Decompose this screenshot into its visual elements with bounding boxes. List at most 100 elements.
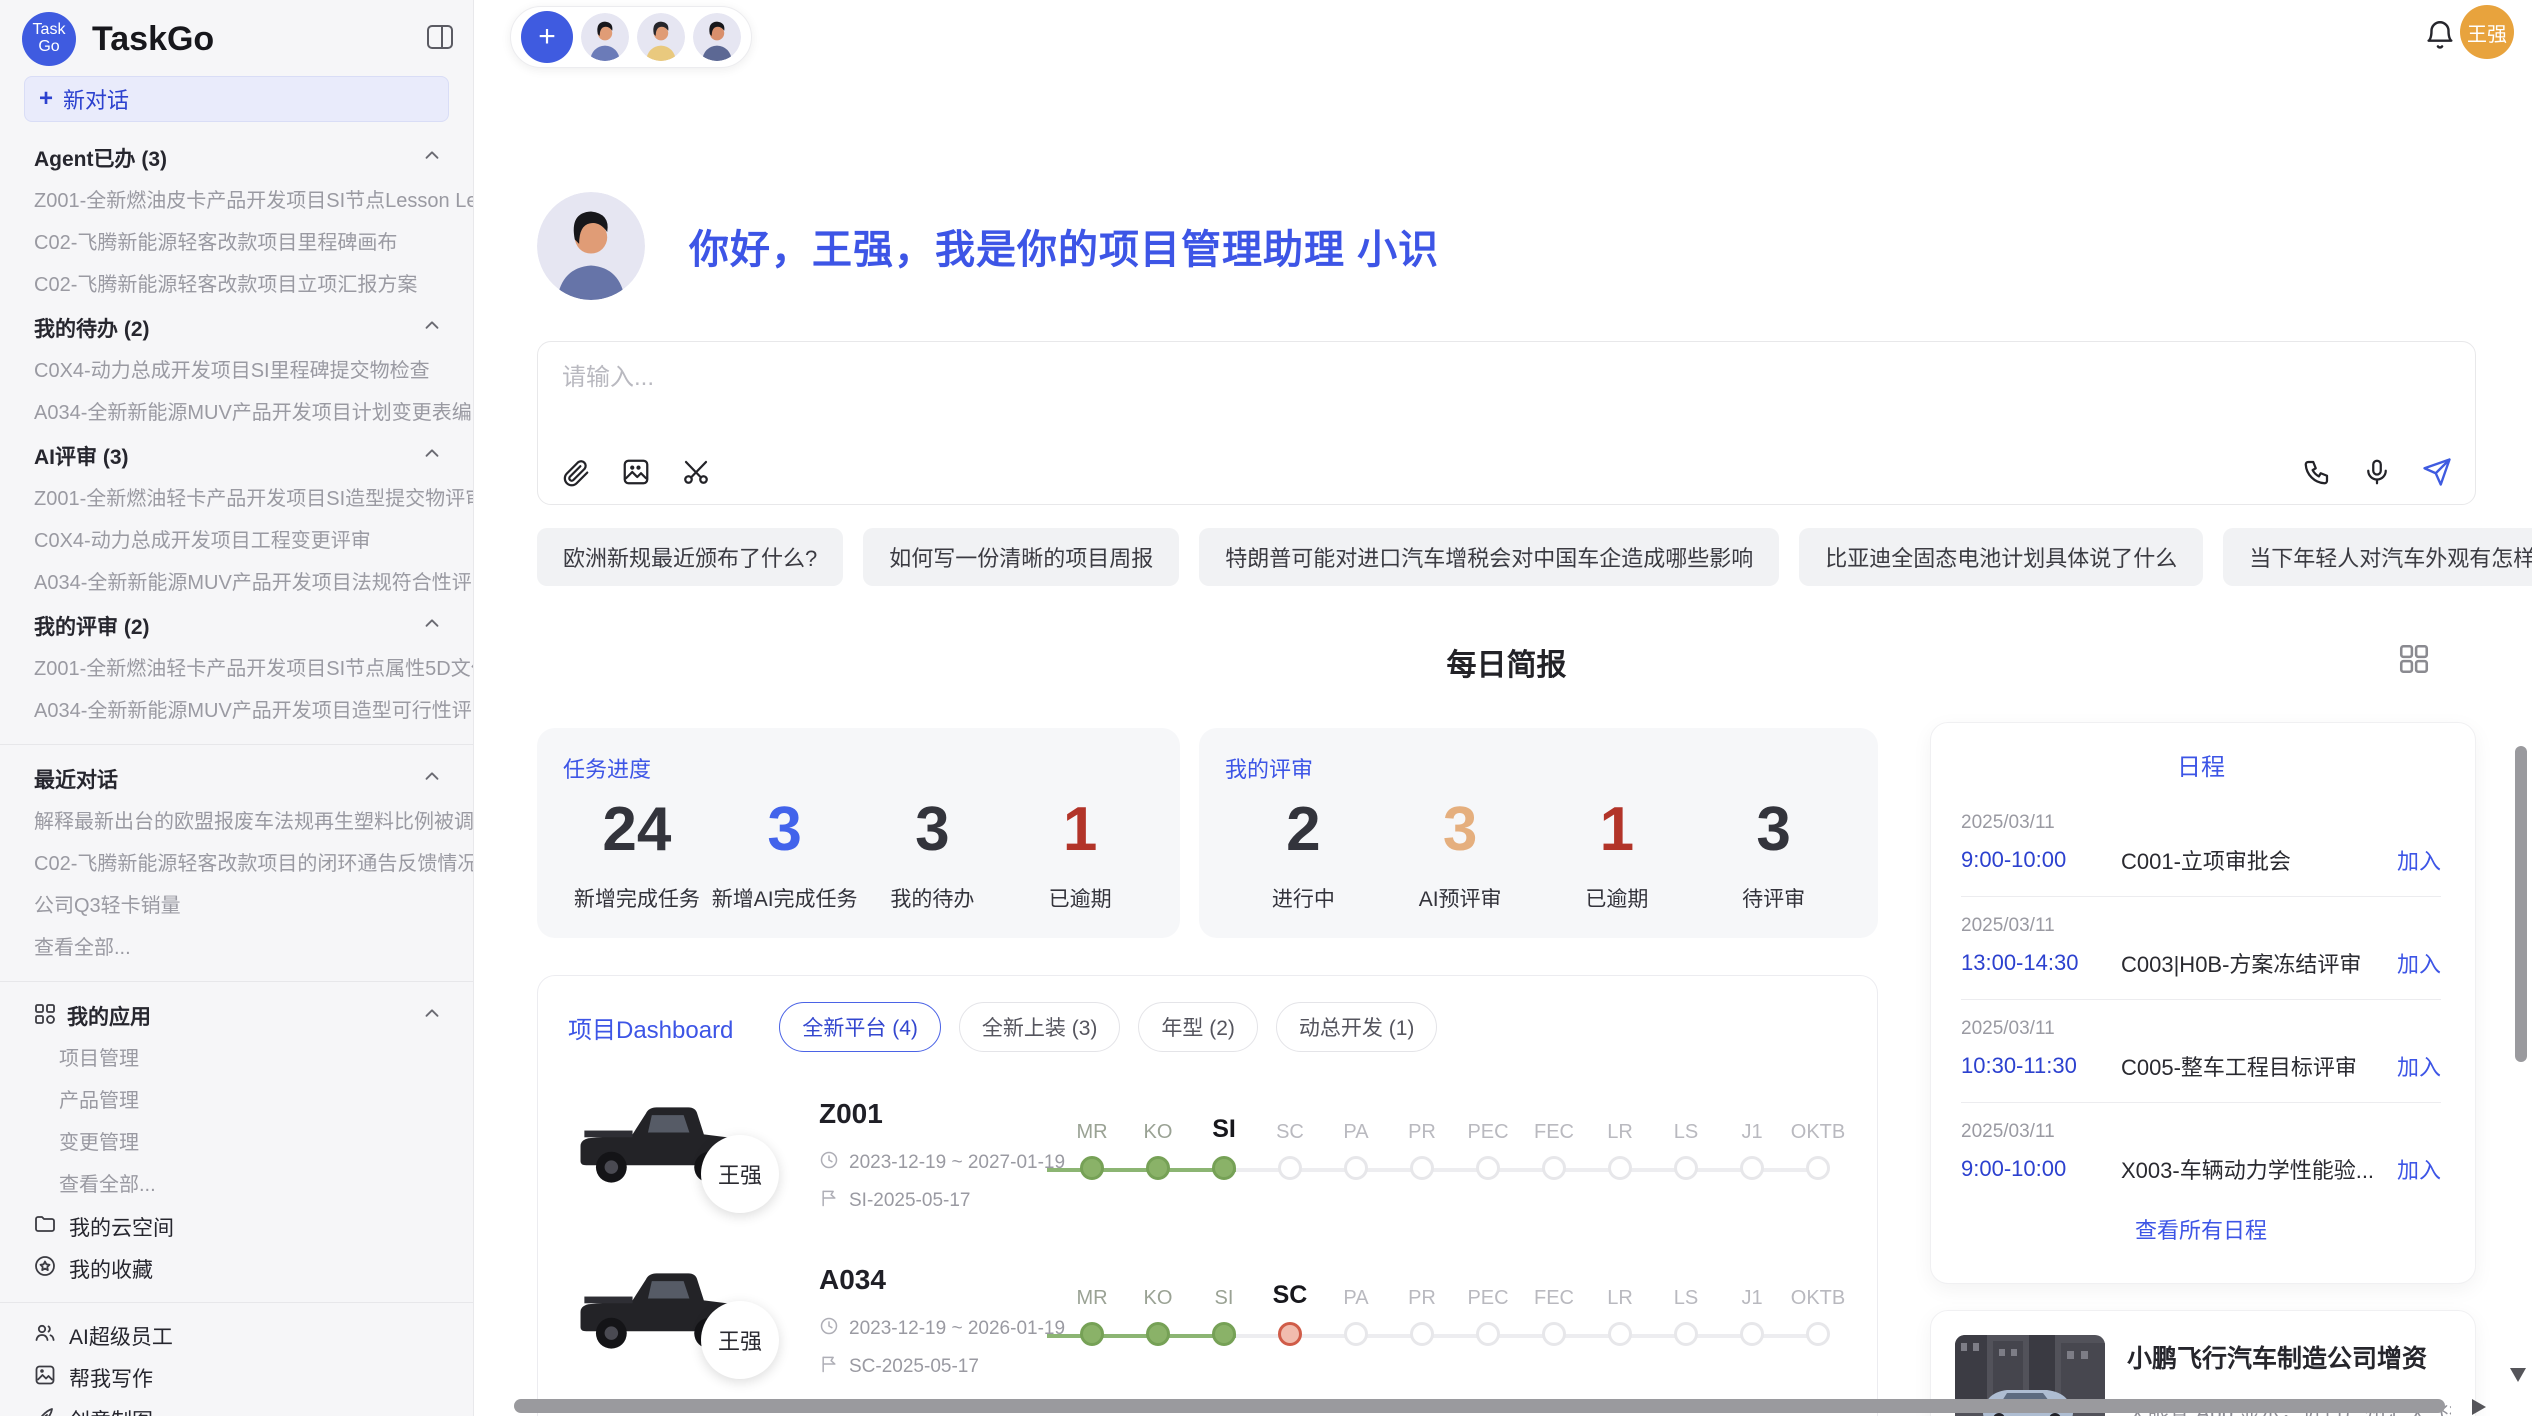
user-avatar[interactable]: 王强 [2460,5,2514,59]
milestone-LS[interactable]: LS [1653,1278,1719,1346]
section-header[interactable]: 最近对话 [0,757,473,801]
milestone-LR[interactable]: LR [1587,1112,1653,1180]
milestone-dot [1542,1156,1566,1180]
agent-avatar[interactable] [693,13,741,61]
join-button[interactable]: 加入 [2397,1153,2441,1185]
sidebar-app-item[interactable]: 变更管理 [0,1122,473,1164]
milestone-KO[interactable]: KO [1125,1278,1191,1346]
section-header[interactable]: Agent已办 (3) [0,136,473,180]
sidebar-item-image-doc[interactable]: 帮我写作 [0,1357,473,1399]
milestone-OKTB[interactable]: OKTB [1785,1112,1851,1180]
project-row[interactable]: 王强A0342023-12-19 ~ 2026-01-19SC-2025-05-… [568,1254,1847,1406]
app-logo-text-top: Task [33,22,66,39]
sidebar-app-item[interactable]: 产品管理 [0,1080,473,1122]
milestone-SC[interactable]: SC [1257,1112,1323,1180]
suggestion-chip[interactable]: 当下年轻人对汽车外观有怎样的喜好趋势 [2223,528,2532,586]
sidebar-task-item[interactable]: C0X4-动力总成开发项目SI里程碑提交物检查 [0,350,473,392]
dashboard-tab[interactable]: 全新平台 (4) [779,1002,941,1052]
send-icon[interactable] [2421,456,2453,488]
milestone-MR[interactable]: MR [1059,1278,1125,1346]
mic-icon[interactable] [2361,456,2393,488]
join-button[interactable]: 加入 [2397,844,2441,876]
milestone-J1[interactable]: J1 [1719,1278,1785,1346]
sidebar-task-item[interactable]: C02-飞腾新能源轻客改款项目里程碑画布 [0,222,473,264]
chevron-up-icon[interactable] [421,315,443,342]
join-button[interactable]: 加入 [2397,947,2441,979]
sidebar-app-item[interactable]: 查看全部... [0,1164,473,1206]
milestone-dot [1278,1156,1302,1180]
phone-icon[interactable] [2301,456,2333,488]
screenshot-scissors-icon[interactable] [680,456,712,488]
sidebar-task-item[interactable]: A034-全新新能源MUV产品开发项目计划变更表编写 [0,392,473,434]
milestone-PR[interactable]: PR [1389,1278,1455,1346]
horizontal-scrollbar[interactable] [514,1399,2445,1413]
chat-input[interactable] [562,364,2451,392]
agent-avatar[interactable] [581,13,629,61]
sidebar-task-item[interactable]: Z001-全新燃油轻卡产品开发项目SI造型提交物评审 [0,478,473,520]
section-header[interactable]: 我的评审 (2) [0,604,473,648]
dashboard-tabs: 全新平台 (4) 全新上装 (3) 年型 (2) 动总开发 (1) [779,1002,1437,1052]
agent-avatar[interactable] [637,13,685,61]
milestone-MR[interactable]: MR [1059,1112,1125,1180]
image-upload-icon[interactable] [620,456,652,488]
milestone-KO[interactable]: KO [1125,1112,1191,1180]
sidebar-task-item[interactable]: A034-全新新能源MUV产品开发项目造型可行性评审 [0,690,473,732]
suggestion-chip[interactable]: 欧洲新规最近颁布了什么? [537,528,843,586]
milestone-LS[interactable]: LS [1653,1112,1719,1180]
milestone-SC[interactable]: SC [1257,1278,1323,1346]
chevron-up-icon[interactable] [421,145,443,172]
user-name: 王强 [2467,18,2507,47]
join-button[interactable]: 加入 [2397,1050,2441,1082]
sidebar-recent-item[interactable]: 公司Q3轻卡销量 [0,885,473,927]
sidebar-recent-item[interactable]: C02-飞腾新能源轻客改款项目的闭环通告反馈情况 [0,843,473,885]
suggestion-chip[interactable]: 比亚迪全固态电池计划具体说了什么 [1799,528,2203,586]
milestone-FEC[interactable]: FEC [1521,1112,1587,1180]
chevron-up-icon[interactable] [421,1003,443,1030]
scroll-down-arrow[interactable] [2510,1368,2526,1382]
chevron-up-icon[interactable] [421,766,443,793]
briefing-layout-icon[interactable] [2396,642,2432,678]
dashboard-tab[interactable]: 全新上装 (3) [959,1002,1121,1052]
vertical-scrollbar[interactable] [2515,746,2527,1062]
sidebar-task-item[interactable]: Z001-全新燃油轻卡产品开发项目SI节点属性5D文件评审 [0,648,473,690]
sidebar-recent-item[interactable]: 查看全部... [0,927,473,969]
section-header[interactable]: AI评审 (3) [0,434,473,478]
milestone-PEC[interactable]: PEC [1455,1278,1521,1346]
sidebar-task-item[interactable]: A034-全新新能源MUV产品开发项目法规符合性评审 [0,562,473,604]
sidebar-recent-item[interactable]: 解释最新出台的欧盟报废车法规再生塑料比例被调至15%... [0,801,473,843]
dashboard-tab[interactable]: 年型 (2) [1138,1002,1258,1052]
chevron-up-icon[interactable] [421,443,443,470]
milestone-PA[interactable]: PA [1323,1278,1389,1346]
section-header[interactable]: 我的待办 (2) [0,306,473,350]
sidebar-task-item[interactable]: C02-飞腾新能源轻客改款项目立项汇报方案 [0,264,473,306]
suggestion-chip[interactable]: 特朗普可能对进口汽车增税会对中国车企造成哪些影响 [1199,528,1779,586]
project-row[interactable]: 王强Z0012023-12-19 ~ 2027-01-19SI-2025-05-… [568,1088,1847,1240]
milestone-J1[interactable]: J1 [1719,1112,1785,1180]
sidebar-task-item[interactable]: C0X4-动力总成开发项目工程变更评审 [0,520,473,562]
scroll-right-arrow[interactable] [2472,1399,2486,1415]
milestone-PA[interactable]: PA [1323,1112,1389,1180]
sidebar-collapse-icon[interactable] [425,22,455,52]
milestone-LR[interactable]: LR [1587,1278,1653,1346]
suggestion-chip[interactable]: 如何写一份清晰的项目周报 [863,528,1179,586]
dashboard-tab[interactable]: 动总开发 (1) [1276,1002,1438,1052]
bell-icon[interactable] [2423,18,2457,52]
sidebar-task-item[interactable]: Z001-全新燃油皮卡产品开发项目SI节点Lesson Learn报告 [0,180,473,222]
view-all-schedule-link[interactable]: 查看所有日程 [1961,1213,2441,1245]
sidebar-item-my-apps[interactable]: 我的应用 [0,994,473,1038]
new-chat-button[interactable]: + 新对话 [24,76,449,122]
chevron-up-icon[interactable] [421,613,443,640]
sidebar-item-pen[interactable]: 创意制图 [0,1399,473,1416]
paperclip-icon[interactable] [560,456,592,488]
sidebar-app-item[interactable]: 项目管理 [0,1038,473,1080]
sidebar-item-users[interactable]: AI超级员工 [0,1315,473,1357]
milestone-SI[interactable]: SI [1191,1278,1257,1346]
milestone-OKTB[interactable]: OKTB [1785,1278,1851,1346]
milestone-FEC[interactable]: FEC [1521,1278,1587,1346]
sidebar-item-folder[interactable]: 我的云空间 [0,1206,473,1248]
sidebar-item-badge[interactable]: 我的收藏 [0,1248,473,1290]
milestone-PEC[interactable]: PEC [1455,1112,1521,1180]
add-agent-button[interactable]: + [521,11,573,63]
milestone-SI[interactable]: SI [1191,1112,1257,1180]
milestone-PR[interactable]: PR [1389,1112,1455,1180]
